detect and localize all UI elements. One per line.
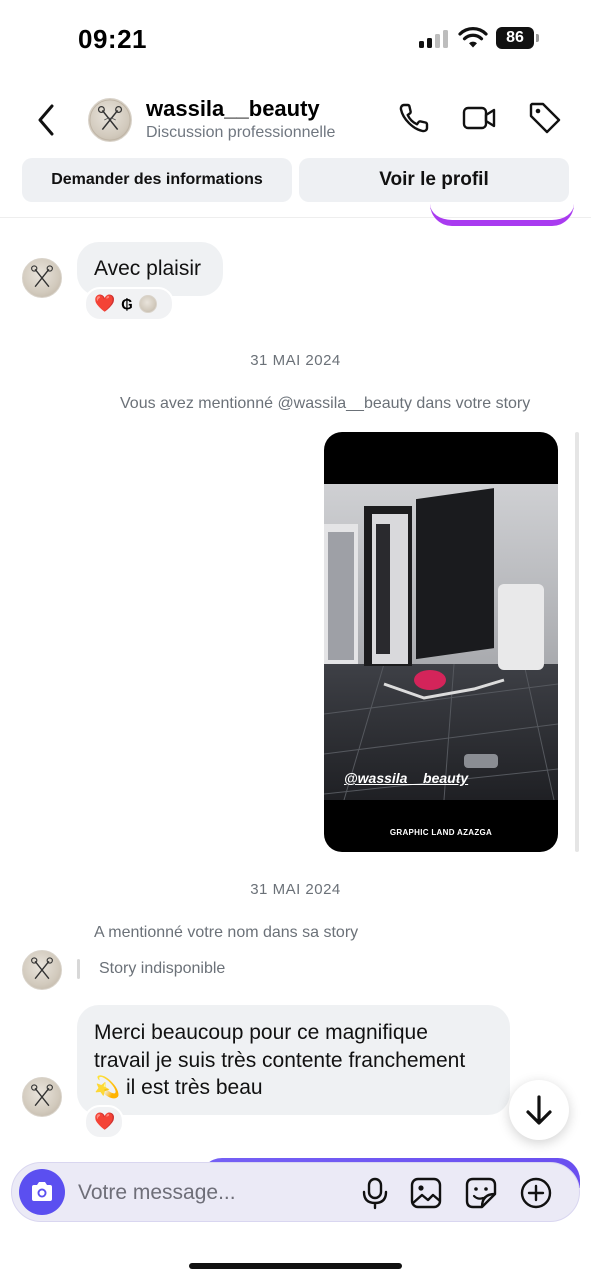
battery-icon: 86 bbox=[496, 27, 540, 49]
sender-avatar[interactable] bbox=[22, 950, 62, 990]
reactor-avatar bbox=[138, 295, 157, 313]
chevron-left-icon[interactable] bbox=[30, 100, 64, 140]
story-preview[interactable]: @wassila__beauty GRAPHIC LAND AZAZGA bbox=[324, 432, 558, 852]
story-handle: @wassila__beauty bbox=[344, 770, 469, 786]
arrow-down-icon bbox=[526, 1095, 552, 1125]
phone-icon[interactable] bbox=[396, 100, 432, 136]
video-camera-icon[interactable] bbox=[461, 100, 497, 136]
heart-reaction: ❤️ bbox=[94, 1112, 116, 1131]
sparkle-emoji: 💫 bbox=[94, 1076, 121, 1099]
scissors-logo-icon bbox=[31, 957, 53, 980]
message-text: Avec plaisir bbox=[94, 257, 201, 280]
story-image: @wassila__beauty bbox=[324, 484, 558, 800]
heart-reaction: ❤️ bbox=[94, 294, 116, 313]
microphone-icon[interactable] bbox=[358, 1176, 392, 1210]
message-reactions[interactable]: ❤️ ₲ bbox=[84, 287, 174, 321]
date-separator: 31 MAI 2024 bbox=[250, 881, 341, 898]
image-icon[interactable] bbox=[409, 1176, 443, 1210]
view-profile-button[interactable]: Voir le profil bbox=[299, 158, 569, 202]
incoming-message[interactable]: Merci beaucoup pour ce magnifique travai… bbox=[77, 1005, 510, 1115]
contact-username[interactable]: wassila__beauty bbox=[146, 96, 320, 122]
scissors-logo-icon bbox=[89, 99, 131, 141]
home-indicator bbox=[189, 1263, 402, 1269]
avatar[interactable] bbox=[88, 98, 132, 142]
status-time: 09:21 bbox=[78, 24, 147, 54]
story-unavailable: Story indisponible bbox=[99, 960, 226, 977]
contact-subtitle: Discussion professionnelle bbox=[146, 124, 336, 141]
status-bar: 09:21 86 bbox=[0, 0, 591, 80]
scissors-logo-icon bbox=[31, 1084, 53, 1107]
scissors-logo-icon bbox=[31, 265, 53, 288]
message-text-line: il est très beau bbox=[126, 1076, 263, 1099]
sender-avatar[interactable] bbox=[22, 258, 62, 298]
message-text-line: Merci beaucoup pour ce magnifique bbox=[94, 1021, 428, 1044]
quote-bar bbox=[77, 959, 80, 979]
scrollbar[interactable] bbox=[575, 432, 579, 852]
outgoing-bubble-edge bbox=[430, 202, 574, 226]
message-composer bbox=[11, 1162, 580, 1222]
cellular-signal-icon bbox=[419, 30, 451, 48]
camera-icon bbox=[32, 1182, 52, 1201]
message-reactions[interactable]: ❤️ bbox=[84, 1105, 124, 1139]
mention-notice: A mentionné votre nom dans sa story bbox=[94, 924, 359, 941]
chat-header: wassila__beauty Discussion professionnel… bbox=[0, 84, 591, 156]
sender-avatar[interactable] bbox=[22, 1077, 62, 1117]
story-caption: GRAPHIC LAND AZAZGA bbox=[389, 828, 493, 837]
mention-notice: Vous avez mentionné @wassila__beauty dan… bbox=[120, 395, 531, 412]
plus-circle-icon[interactable] bbox=[519, 1176, 553, 1210]
message-text-line: travail je suis très contente franchemen… bbox=[94, 1048, 466, 1072]
camera-button[interactable] bbox=[19, 1169, 65, 1215]
scroll-to-bottom-button[interactable] bbox=[509, 1080, 569, 1140]
wifi-icon bbox=[458, 27, 488, 48]
message-input[interactable] bbox=[78, 1177, 338, 1209]
date-separator: 31 MAI 2024 bbox=[250, 352, 341, 369]
request-info-button[interactable]: Demander des informations bbox=[22, 158, 292, 202]
battery-level: 86 bbox=[496, 27, 534, 49]
tag-icon[interactable] bbox=[527, 100, 563, 136]
sticker-icon[interactable] bbox=[464, 1176, 498, 1210]
custom-reaction: ₲ bbox=[121, 295, 133, 313]
